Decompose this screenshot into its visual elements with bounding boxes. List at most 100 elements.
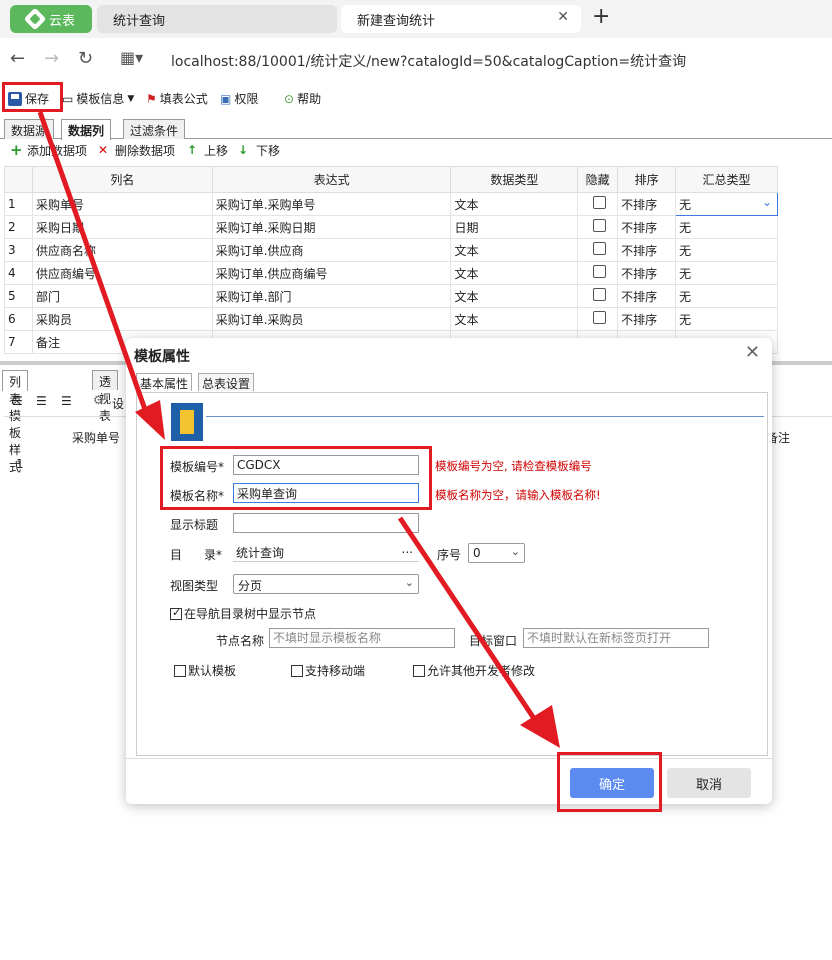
table-row[interactable]: 5 部门 采购订单.部门 文本 不排序 无 [4, 284, 778, 308]
node-name-input[interactable] [269, 628, 455, 648]
close-icon[interactable]: ✕ [745, 342, 760, 363]
target-window-input[interactable] [523, 628, 709, 648]
tab-basic-properties[interactable]: 基本属性 [136, 373, 193, 391]
move-down-button[interactable]: 下移 [256, 142, 280, 159]
cell-hidden[interactable] [577, 284, 619, 308]
remove-item-button[interactable]: 删除数据项 [115, 142, 175, 159]
template-name-input[interactable] [233, 483, 419, 503]
table-row[interactable]: 3 供应商名称 采购订单.供应商 文本 不排序 无 [4, 238, 778, 262]
hidden-checkbox[interactable] [592, 311, 606, 324]
save-button[interactable]: 保存 [8, 90, 49, 107]
app-tab[interactable]: 云表 [10, 5, 92, 33]
row-num: 7 [4, 330, 33, 354]
hidden-checkbox[interactable] [592, 288, 606, 301]
show-title-input[interactable] [233, 513, 419, 533]
cell-agg[interactable]: 无 [675, 261, 778, 285]
tab-summary-settings[interactable]: 总表设置 [198, 373, 255, 391]
template-code-input[interactable] [233, 455, 419, 475]
move-up-button[interactable]: 上移 [204, 142, 228, 159]
cell-sort[interactable]: 不排序 [617, 238, 677, 262]
tab-list-template-style[interactable]: 列表模板样式 [2, 370, 29, 474]
forward-icon[interactable]: → [44, 48, 59, 69]
cell-sort[interactable]: 不排序 [617, 307, 677, 331]
new-tab-icon[interactable]: + [592, 4, 610, 29]
template-info-button[interactable]: ▭ 模板信息 ▼ [62, 90, 134, 107]
cell-type[interactable]: 文本 [450, 307, 579, 331]
allow-modify-label: 允许其他开发者修改 [427, 664, 536, 678]
align-right-icon[interactable]: ☰ [61, 394, 72, 408]
cell-name[interactable]: 供应商编号 [31, 261, 213, 285]
cell-expr[interactable]: 采购订单.部门 [211, 284, 452, 308]
url-text[interactable]: localhost:88/10001/统计定义/new?catalogId=50… [171, 51, 686, 71]
hidden-checkbox[interactable] [592, 242, 606, 255]
align-left-icon[interactable]: ☰ [12, 394, 23, 408]
help-button[interactable]: ⊙ 帮助 [284, 90, 321, 107]
gear-icon[interactable]: ⚙ [93, 393, 104, 407]
cell-hidden[interactable] [577, 238, 619, 262]
tab-pivot[interactable]: 透视表 [92, 370, 119, 423]
chevron-down-icon[interactable]: ⌄ [762, 195, 772, 209]
allow-modify-checkbox[interactable]: 允许其他开发者修改 [413, 662, 535, 679]
cell-hidden[interactable] [577, 215, 619, 239]
reload-icon[interactable]: ↻ [78, 48, 93, 69]
align-center-icon[interactable]: ☰ [36, 394, 47, 408]
hidden-checkbox[interactable] [592, 219, 606, 232]
cell-hidden[interactable] [577, 307, 619, 331]
cell-type[interactable]: 文本 [450, 284, 579, 308]
back-icon[interactable]: ← [10, 48, 25, 69]
default-template-checkbox[interactable]: 默认模板 [174, 662, 236, 679]
cell-type[interactable]: 日期 [450, 215, 579, 239]
cell-name[interactable]: 供应商名称 [31, 238, 213, 262]
browser-tab-query[interactable]: 统计查询 [97, 5, 337, 33]
cell-expr[interactable]: 采购订单.供应商编号 [211, 261, 452, 285]
cell-name[interactable]: 采购单号 [31, 192, 213, 216]
hidden-checkbox[interactable] [592, 196, 606, 209]
template-code-error: 模板编号为空, 请检查模板编号 [435, 459, 592, 473]
catalog-picker-button[interactable]: ... [402, 542, 413, 556]
cell-type[interactable]: 文本 [450, 261, 579, 285]
seq-select[interactable]: 0 ⌄ [468, 543, 525, 563]
cell-sort[interactable]: 不排序 [617, 192, 677, 216]
table-row[interactable]: 1 采购单号 采购订单.采购单号 文本 不排序 无 ⌄ [4, 192, 778, 216]
cell-agg[interactable]: 无 [675, 215, 778, 239]
cell-hidden[interactable] [577, 261, 619, 285]
table-row[interactable]: 6 采购员 采购订单.采购员 文本 不排序 无 [4, 307, 778, 331]
cell-type[interactable]: 文本 [450, 238, 579, 262]
mobile-support-checkbox[interactable]: 支持移动端 [291, 662, 365, 679]
cell-expr[interactable]: 采购订单.采购员 [211, 307, 452, 331]
cell-name[interactable]: 采购员 [31, 307, 213, 331]
catalog-field[interactable]: 统计查询 ... [233, 542, 419, 562]
fill-formula-button[interactable]: ⚑ 填表公式 [146, 90, 208, 107]
cell-agg[interactable]: 无 [675, 284, 778, 308]
column-header: 汇总类型 [675, 166, 778, 193]
add-item-button[interactable]: 添加数据项 [27, 142, 87, 159]
tab-filter[interactable]: 过滤条件 [123, 119, 186, 139]
cancel-button[interactable]: 取消 [667, 768, 751, 798]
settings-button[interactable]: 设 [112, 395, 124, 412]
cell-sort[interactable]: 不排序 [617, 261, 677, 285]
cell-agg[interactable]: 无 [675, 238, 778, 262]
cell-name[interactable]: 采购日期 [31, 215, 213, 239]
cell-hidden[interactable] [577, 192, 619, 216]
cell-agg[interactable]: 无 [675, 307, 778, 331]
view-type-select[interactable]: 分页 ⌄ [233, 574, 419, 594]
cell-expr[interactable]: 采购订单.采购单号 [211, 192, 452, 216]
cell-expr[interactable]: 采购订单.供应商 [211, 238, 452, 262]
permission-button[interactable]: ▣ 权限 [220, 90, 258, 107]
ok-button[interactable]: 确定 [570, 768, 654, 798]
browser-tab-new-query[interactable]: 新建查询统计 ✕ [341, 5, 581, 33]
table-row[interactable]: 4 供应商编号 采购订单.供应商编号 文本 不排序 无 [4, 261, 778, 285]
show-in-nav-checkbox[interactable]: 在导航目录树中显示节点 [170, 605, 316, 622]
cell-sort[interactable]: 不排序 [617, 284, 677, 308]
cell-name[interactable]: 部门 [31, 284, 213, 308]
close-tab-icon[interactable]: ✕ [557, 9, 569, 25]
tab-data-columns[interactable]: 数据列 [61, 119, 112, 140]
cell-sort[interactable]: 不排序 [617, 215, 677, 239]
apps-icon[interactable]: ▦▾ [120, 48, 143, 67]
cell-expr[interactable]: 采购订单.采购日期 [211, 215, 452, 239]
hidden-checkbox[interactable] [592, 265, 606, 278]
table-row[interactable]: 2 采购日期 采购订单.采购日期 日期 不排序 无 [4, 215, 778, 239]
tab-datasource[interactable]: 数据源 [4, 119, 55, 139]
cell-agg-select[interactable]: 无 ⌄ [675, 192, 778, 216]
cell-type[interactable]: 文本 [450, 192, 579, 216]
